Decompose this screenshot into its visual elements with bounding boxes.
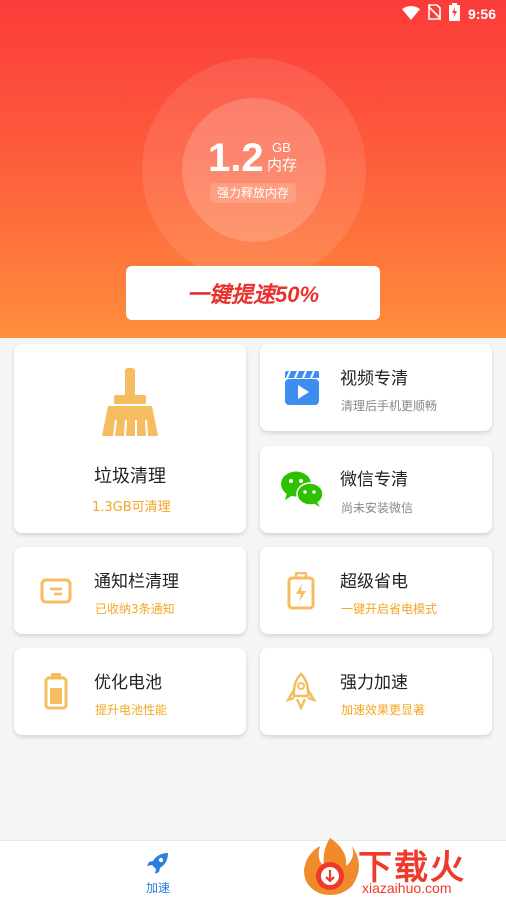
- card-notification-clean[interactable]: 通知栏清理 已收纳3条通知: [14, 547, 246, 634]
- card-battery-optimize[interactable]: 优化电池 提升电池性能: [14, 648, 246, 735]
- rocket-icon: [285, 672, 317, 714]
- notification-icon: [40, 578, 72, 608]
- status-time: 9:56: [467, 6, 496, 22]
- card-power-save-subtitle: 一键开启省电模式: [341, 602, 438, 616]
- card-junk-subtitle: 1.3GB可清理: [92, 500, 171, 515]
- no-sim-icon: [427, 4, 442, 24]
- nav-item-speedup[interactable]: 加速: [128, 847, 188, 897]
- card-strong-speedup[interactable]: 强力加速 加速效果更显著: [260, 648, 492, 735]
- card-speedup-subtitle: 加速效果更显著: [341, 703, 426, 717]
- one-key-boost-button[interactable]: 一键提速50%: [126, 266, 380, 320]
- status-bar: 9:56: [0, 0, 506, 28]
- rocket-icon: [146, 851, 170, 879]
- card-video-subtitle: 清理后手机更顺畅: [341, 399, 438, 413]
- memory-unit: GB: [272, 140, 291, 155]
- card-super-power-save[interactable]: 超级省电 一键开启省电模式: [260, 547, 492, 634]
- card-video-clean[interactable]: 视频专清 清理后手机更顺畅: [260, 344, 492, 431]
- card-wechat-subtitle: 尚未安装微信: [341, 501, 414, 515]
- memory-release-label: 强力释放内存: [210, 183, 296, 203]
- card-battery-subtitle: 提升电池性能: [95, 703, 168, 717]
- card-battery-title: 优化电池: [94, 673, 162, 693]
- power-save-icon: [287, 571, 315, 614]
- card-wechat-clean[interactable]: 微信专清 尚未安装微信: [260, 446, 492, 533]
- nav-label-speedup: 加速: [145, 881, 170, 895]
- card-notification-title: 通知栏清理: [94, 572, 179, 592]
- flame-logo-icon: [300, 836, 360, 900]
- watermark-url: xiazaihuo.com: [362, 880, 452, 896]
- memory-value: 1.2: [208, 136, 264, 180]
- watermark: 下载火 xiazaihuo.com: [300, 834, 506, 900]
- wechat-icon: [280, 470, 324, 512]
- card-wechat-title: 微信专清: [340, 470, 408, 490]
- battery-charging-icon: [448, 3, 460, 25]
- battery-icon: [44, 672, 68, 714]
- card-video-title: 视频专清: [340, 369, 408, 389]
- video-clapper-icon: [284, 370, 320, 410]
- card-junk-title: 垃圾清理: [94, 466, 166, 487]
- broom-icon: [100, 368, 160, 442]
- card-notification-subtitle: 已收纳3条通知: [95, 602, 175, 616]
- card-speedup-title: 强力加速: [340, 673, 408, 693]
- card-junk-clean[interactable]: 垃圾清理 1.3GB可清理: [14, 344, 246, 533]
- memory-label: 内存: [267, 156, 298, 174]
- header-banner: 9:56 1.2 GB 内存 强力释放内存 一键提速50%: [0, 0, 506, 338]
- card-power-save-title: 超级省电: [340, 572, 408, 592]
- wifi-icon: [401, 5, 420, 24]
